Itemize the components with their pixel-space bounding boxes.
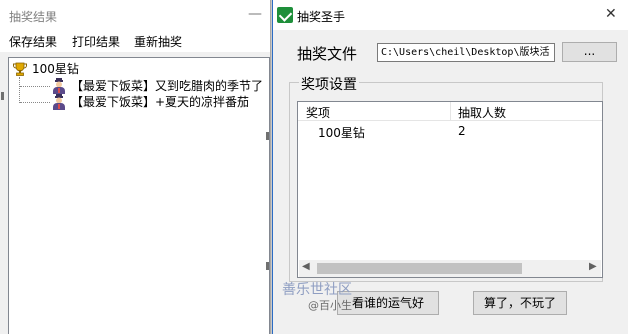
results-titlebar: 抽奖结果 — — [0, 0, 270, 30]
prize-count-cell: 2 — [458, 124, 466, 138]
window-edge-mark — [1, 92, 4, 100]
lottery-window-title: 抽奖圣手 — [297, 10, 346, 24]
user-avatar-icon — [53, 78, 65, 94]
column-divider[interactable] — [450, 102, 451, 120]
menu-print-results[interactable]: 打印结果 — [72, 33, 120, 50]
prize-settings-label: 奖项设置 — [299, 74, 359, 94]
lottery-file-label: 抽奖文件 — [297, 45, 358, 63]
column-header-count[interactable]: 抽取人数 — [458, 104, 506, 121]
trophy-icon — [13, 62, 27, 76]
prize-list-header: 奖项 抽取人数 — [298, 102, 602, 121]
scroll-right-icon[interactable]: ▶ — [589, 261, 597, 272]
menu-redraw[interactable]: 重新抽奖 — [134, 33, 182, 50]
desktop: 抽奖结果 — 保存结果 打印结果 重新抽奖 100星钻 【最爱下饭菜】又到吃腊肉… — [0, 0, 628, 334]
column-header-prize[interactable]: 奖项 — [306, 104, 330, 121]
tree-connector — [20, 102, 50, 103]
window-edge-mark — [266, 132, 269, 140]
minimize-icon[interactable]: — — [248, 6, 262, 22]
app-icon — [277, 7, 293, 23]
watermark-main: 善乐世社区 — [282, 282, 352, 298]
results-tree[interactable]: 100星钻 【最爱下饭菜】又到吃腊肉的季节了 【最爱下饭菜】+夏天的凉拌番茄 — [8, 57, 270, 334]
quit-button[interactable]: 算了，不玩了 — [473, 291, 567, 315]
winner-label: 【最爱下饭菜】又到吃腊肉的季节了 — [71, 79, 264, 93]
results-menubar: 保存结果 打印结果 重新抽奖 — [0, 30, 270, 52]
results-window-title: 抽奖结果 — [9, 10, 58, 24]
user-avatar-icon — [53, 94, 65, 110]
scrollbar-thumb[interactable] — [317, 263, 522, 274]
tree-node-prize-label: 100星钻 — [32, 62, 79, 76]
menu-save-results[interactable]: 保存结果 — [9, 33, 57, 50]
prize-name-cell: 100星钻 — [318, 126, 365, 140]
results-window: 抽奖结果 — 保存结果 打印结果 重新抽奖 100星钻 【最爱下饭菜】又到吃腊肉… — [0, 0, 271, 334]
prize-list[interactable]: 奖项 抽取人数 100星钻 2 ◀ ▶ — [297, 101, 603, 278]
draw-button[interactable]: 看谁的运气好 — [337, 291, 439, 315]
browse-button[interactable]: ... — [562, 42, 617, 62]
close-icon[interactable]: ✕ — [605, 6, 617, 22]
prize-row[interactable]: 100星钻 2 — [298, 124, 602, 140]
window-edge-mark — [266, 262, 269, 270]
watermark: 善乐世社区 @百小生 — [282, 282, 352, 314]
watermark-sub: @百小生 — [308, 299, 352, 312]
lottery-file-path-input[interactable]: C:\Users\cheil\Desktop\版块活 — [377, 43, 555, 62]
tree-connector — [19, 77, 20, 103]
horizontal-scrollbar[interactable]: ◀ ▶ — [299, 260, 601, 277]
lottery-titlebar: 抽奖圣手 ✕ — [273, 0, 628, 30]
winner-label: 【最爱下饭菜】+夏天的凉拌番茄 — [71, 95, 250, 109]
tree-connector — [20, 86, 50, 87]
scroll-left-icon[interactable]: ◀ — [302, 261, 310, 272]
